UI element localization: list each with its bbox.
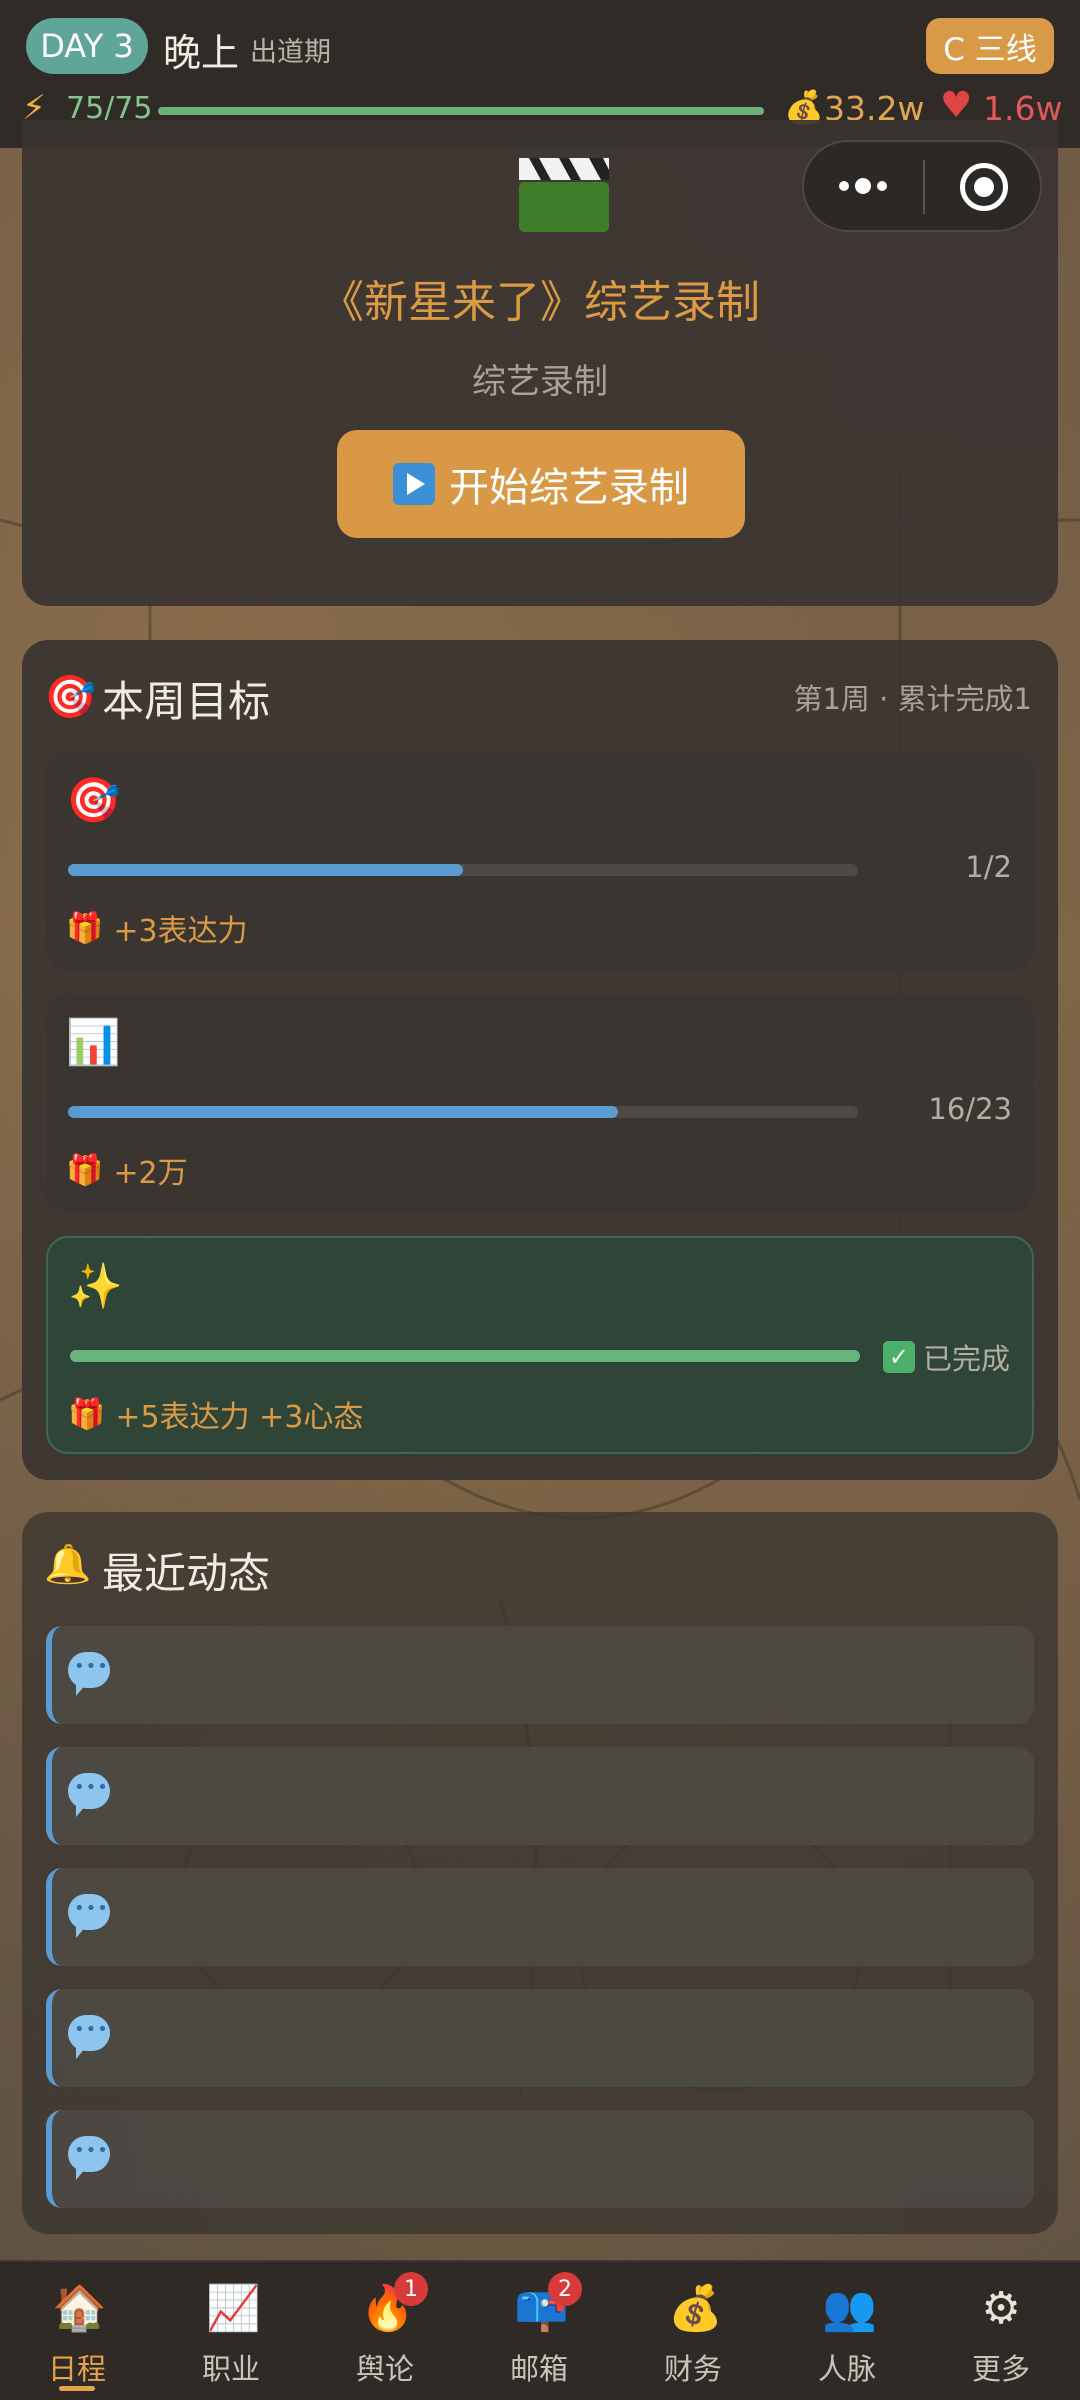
active-tab-indicator [59, 2386, 95, 2391]
goal-reward: 🎁 +5表达力 +3心态 [68, 1392, 363, 1436]
clapperboard-icon [519, 158, 609, 232]
tab-public-opinion[interactable]: 🔥 1 舆论 [308, 2262, 462, 2400]
chat-bubble-icon [68, 1894, 110, 1938]
bell-icon: 🔔 [44, 1542, 92, 1586]
tab-label: 人脉 [817, 2352, 876, 2386]
tab-label: 更多 [971, 2352, 1030, 2386]
gift-icon: 🎁 [68, 1396, 106, 1432]
goal-card[interactable]: 📊 16/23 🎁 +2万 [46, 994, 1034, 1212]
news-item[interactable] [46, 1989, 1034, 2087]
goal-progress-fill [68, 1106, 618, 1118]
gift-icon: 🎁 [66, 1152, 104, 1188]
goal-reward-text: +2万 [113, 1156, 188, 1191]
bottom-tab-bar: 🏠 日程 📈 职业 🔥 1 舆论 📪 2 邮箱 💰 财务 👥 人脉 ⚙ 更多 [0, 2260, 1080, 2400]
weekly-goals-title: 本周目标 [102, 677, 271, 726]
checkmark-icon: ✓ [882, 1341, 915, 1373]
tab-label: 舆论 [355, 2352, 414, 2386]
gear-icon: ⚙ [981, 2283, 1021, 2334]
tab-schedule[interactable]: 🏠 日程 [0, 2262, 154, 2400]
news-item[interactable] [46, 2110, 1034, 2208]
tab-more[interactable]: ⚙ 更多 [924, 2262, 1078, 2400]
close-miniprogram-icon[interactable] [960, 163, 1008, 211]
money-bag-icon: 💰 [668, 2283, 723, 2334]
news-item[interactable] [46, 1747, 1034, 1845]
bar-chart-icon: 📊 [66, 1017, 121, 1068]
chat-bubble-icon [68, 2015, 110, 2059]
sparkles-icon: ✨ [68, 1261, 123, 1312]
chat-bubble-icon [68, 2136, 110, 2180]
event-subtitle: 综艺录制 [472, 362, 608, 402]
tab-label: 职业 [201, 2352, 260, 2386]
miniprogram-capsule [802, 140, 1042, 232]
recent-news-title: 最近动态 [102, 1549, 271, 1598]
play-icon [393, 463, 435, 505]
tab-mailbox[interactable]: 📪 2 邮箱 [462, 2262, 616, 2400]
more-options-icon[interactable] [804, 142, 922, 230]
chat-bubble-icon [68, 1773, 110, 1817]
tier-badge[interactable]: C 三线 [926, 18, 1054, 74]
goal-progress-text: 1/2 [965, 850, 1012, 884]
news-item[interactable] [46, 1626, 1034, 1724]
goal-completed-text: 已完成 [922, 1342, 1010, 1376]
chat-bubble-icon [68, 1652, 110, 1696]
goal-reward: 🎁 +2万 [66, 1148, 188, 1192]
news-item[interactable] [46, 1868, 1034, 1966]
goal-reward-text: +5表达力 +3心态 [115, 1400, 364, 1435]
goal-card[interactable]: 🎯 1/2 🎁 +3表达力 [46, 752, 1034, 970]
goal-reward-text: +3表达力 [113, 914, 248, 949]
goal-progress-bar [68, 864, 858, 876]
recent-news-section: 🔔 最近动态 [22, 1512, 1058, 2234]
house-icon: 🏠 [52, 2283, 107, 2334]
start-recording-label: 开始综艺录制 [449, 465, 689, 511]
energy-bar [158, 107, 764, 115]
people-icon: 👥 [822, 2283, 877, 2334]
goal-completed-tag: ✓ 已完成 [882, 1336, 1010, 1378]
time-of-day: 晚上 [163, 31, 240, 75]
goal-progress-text: 16/23 [928, 1092, 1012, 1126]
goal-progress-bar [68, 1106, 858, 1118]
gift-icon: 🎁 [66, 910, 104, 946]
weekly-goals-meta: 第1周 · 累计完成1 [793, 682, 1032, 716]
weekly-goals-section: 🎯 本周目标 第1周 · 累计完成1 🎯 1/2 🎁 +3表达力 📊 16/23… [22, 640, 1058, 1480]
goal-reward: 🎁 +3表达力 [66, 906, 248, 950]
tab-label: 财务 [663, 2352, 722, 2386]
target-icon: 🎯 [44, 672, 97, 721]
career-phase: 出道期 [250, 37, 331, 68]
tab-career[interactable]: 📈 职业 [154, 2262, 308, 2400]
capsule-divider [923, 160, 925, 214]
event-title: 《新星来了》综艺录制 [320, 277, 760, 328]
tab-label: 邮箱 [509, 2352, 568, 2386]
target-icon: 🎯 [66, 775, 121, 826]
goal-progress-fill [68, 864, 463, 876]
trend-chart-icon: 📈 [206, 2283, 261, 2334]
tab-label: 日程 [47, 2352, 106, 2386]
goal-card-completed[interactable]: ✨ ✓ 已完成 🎁 +5表达力 +3心态 [46, 1236, 1034, 1454]
tab-finance[interactable]: 💰 财务 [616, 2262, 770, 2400]
tab-contacts[interactable]: 👥 人脉 [770, 2262, 924, 2400]
start-recording-button[interactable]: 开始综艺录制 [337, 430, 745, 538]
notification-badge: 1 [394, 2272, 428, 2306]
energy-bar-fill [158, 107, 764, 115]
day-badge: DAY 3 [26, 18, 148, 74]
goal-progress-fill [70, 1350, 860, 1362]
notification-badge: 2 [548, 2272, 582, 2306]
goal-progress-bar [70, 1350, 860, 1362]
